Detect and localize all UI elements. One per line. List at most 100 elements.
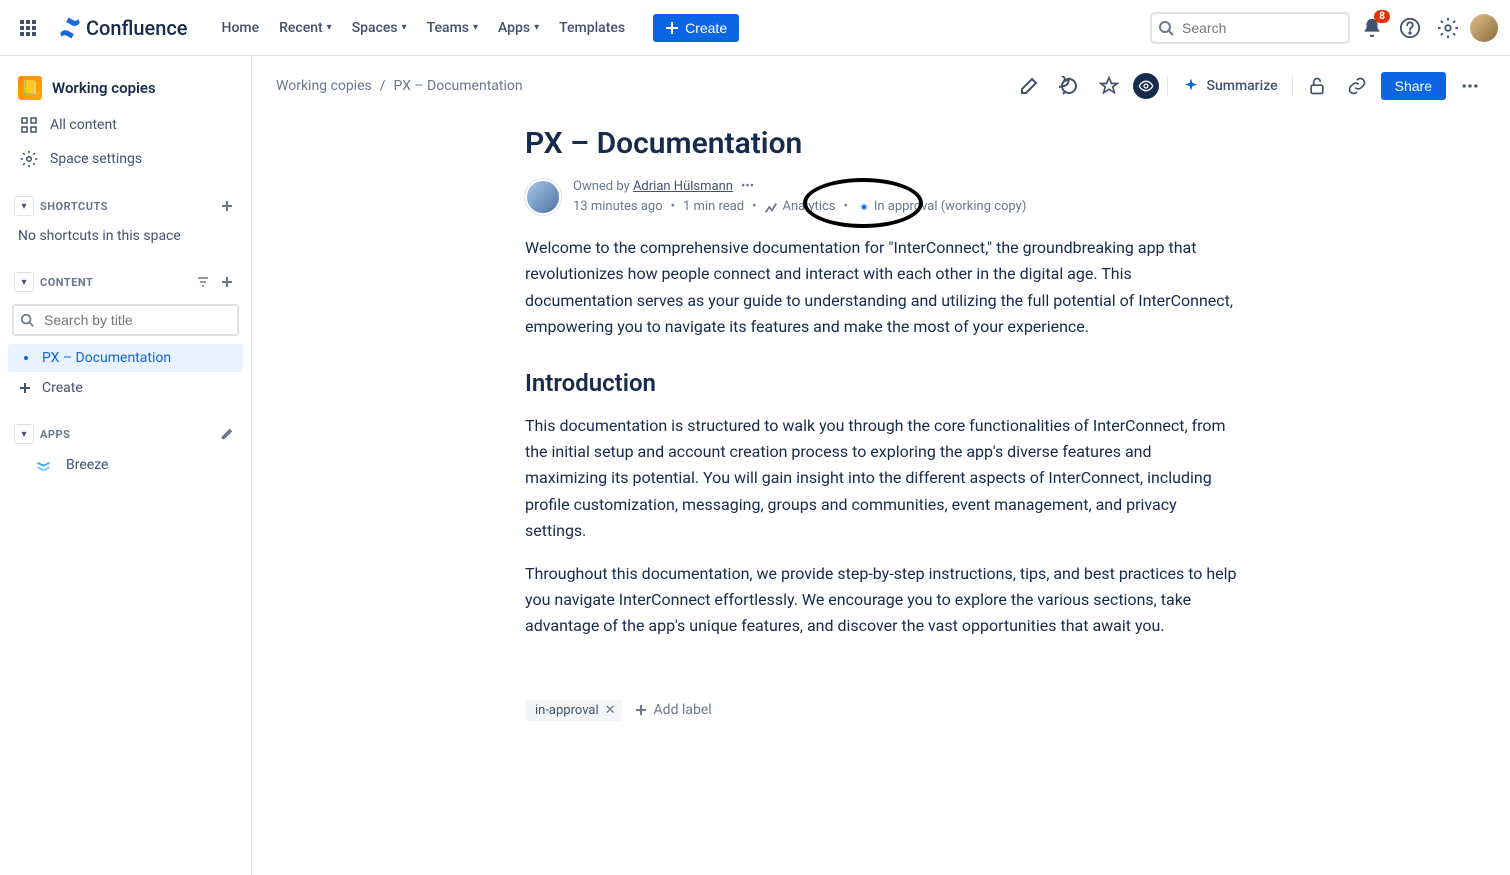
nav-templates[interactable]: Templates: [551, 14, 633, 42]
profile-avatar[interactable]: [1470, 14, 1498, 42]
gear-icon: [1437, 17, 1459, 39]
plus-icon: [18, 381, 32, 395]
page-toolbar: Working copies / PX – Documentation Summ…: [252, 56, 1510, 116]
share-button[interactable]: Share: [1381, 72, 1446, 100]
analytics-link[interactable]: Analytics: [764, 199, 835, 214]
plus-icon: [634, 703, 648, 717]
nav-home[interactable]: Home: [214, 14, 268, 42]
apps-section: ▾ APPS Breeze: [8, 420, 243, 482]
sidebar: 📒 Working copies All content Space setti…: [0, 56, 252, 875]
shortcuts-section: ▾ SHORTCUTS No shortcuts in this space: [8, 192, 243, 252]
time-ago: 13 minutes ago: [573, 199, 663, 214]
chevron-down-icon: ▾: [402, 22, 407, 33]
eye-icon: [1138, 78, 1154, 94]
watch-button[interactable]: [1133, 73, 1159, 99]
sidebar-all-content[interactable]: All content: [8, 108, 243, 142]
shortcuts-title: SHORTCUTS: [40, 200, 108, 213]
star-button[interactable]: [1093, 70, 1125, 102]
separator: [1292, 76, 1293, 96]
confluence-icon: [58, 16, 82, 40]
create-button[interactable]: Create: [653, 14, 739, 42]
confluence-logo[interactable]: Confluence: [52, 16, 194, 40]
app-breeze[interactable]: Breeze: [8, 448, 243, 482]
remove-label-icon[interactable]: ✕: [605, 703, 616, 718]
label-in-approval[interactable]: in-approval ✕: [525, 700, 622, 721]
breadcrumb-space[interactable]: Working copies: [276, 78, 372, 94]
labels-row: in-approval ✕ Add label: [525, 700, 1237, 721]
edit-button[interactable]: [1013, 70, 1045, 102]
chevron-down-icon: ▾: [534, 22, 539, 33]
analytics-icon: [764, 200, 778, 214]
meta-row: 13 minutes ago • 1 min read • Analytics …: [573, 198, 1030, 215]
star-icon: [1099, 76, 1119, 96]
sidebar-space-settings[interactable]: Space settings: [8, 142, 243, 176]
product-name: Confluence: [86, 16, 188, 40]
edit-apps-button[interactable]: [217, 424, 237, 444]
more-actions-button[interactable]: [1454, 70, 1486, 102]
title-filter-input[interactable]: [12, 304, 239, 336]
summarize-button[interactable]: Summarize: [1176, 73, 1283, 99]
collapse-apps[interactable]: ▾: [14, 424, 34, 444]
search-icon: [1158, 20, 1174, 36]
collapse-content[interactable]: ▾: [14, 272, 34, 292]
restrictions-button[interactable]: [1301, 70, 1333, 102]
global-search[interactable]: [1150, 12, 1350, 44]
comment-icon: [1059, 76, 1079, 96]
add-content-button[interactable]: [217, 272, 237, 292]
breeze-icon: [36, 456, 54, 474]
filter-content-button[interactable]: [193, 272, 213, 292]
nav-teams[interactable]: Teams▾: [419, 14, 486, 42]
byline-more-icon[interactable]: •••: [741, 179, 754, 194]
main-layout: 📒 Working copies All content Space setti…: [0, 56, 1510, 875]
add-shortcut-button[interactable]: [217, 196, 237, 216]
help-icon: [1399, 17, 1421, 39]
separator: [1167, 76, 1168, 96]
page-actions: Summarize Share: [1013, 70, 1486, 102]
collapse-shortcuts[interactable]: ▾: [14, 196, 34, 216]
nav-apps[interactable]: Apps▾: [490, 14, 547, 42]
sparkle-icon: [1182, 77, 1200, 95]
comment-button[interactable]: [1053, 70, 1085, 102]
heading-introduction: Introduction: [525, 369, 1237, 397]
page-content: Welcome to the comprehensive documentati…: [525, 235, 1237, 640]
author-avatar[interactable]: [525, 179, 561, 215]
add-label-button[interactable]: Add label: [634, 702, 712, 718]
grid-icon: [20, 116, 38, 134]
breadcrumb-separator: /: [380, 78, 386, 94]
apps-title: APPS: [40, 428, 70, 441]
space-header[interactable]: 📒 Working copies: [8, 68, 243, 108]
nav-spaces[interactable]: Spaces▾: [344, 14, 415, 42]
author-link[interactable]: Adrian Hülsmann: [633, 179, 733, 194]
plus-icon: [665, 21, 679, 35]
top-nav-right: 8: [1150, 12, 1498, 44]
lock-open-icon: [1307, 76, 1327, 96]
content-section: ▾ CONTENT PX – Docume: [8, 268, 243, 404]
search-input[interactable]: [1150, 12, 1350, 44]
top-nav: Confluence Home Recent▾ Spaces▾ Teams▾ A…: [0, 0, 1510, 56]
paragraph: Welcome to the comprehensive documentati…: [525, 235, 1237, 341]
chevron-down-icon: ▾: [473, 22, 478, 33]
nav-items: Home Recent▾ Spaces▾ Teams▾ Apps▾ Templa…: [214, 14, 634, 42]
title-filter[interactable]: [12, 304, 239, 336]
settings-button[interactable]: [1432, 12, 1464, 44]
breadcrumb-page[interactable]: PX – Documentation: [394, 78, 523, 94]
page-body: PX – Documentation Owned by Adrian Hülsm…: [501, 116, 1261, 761]
content-area: Working copies / PX – Documentation Summ…: [252, 56, 1510, 875]
more-icon: [1460, 76, 1480, 96]
owned-by-row: Owned by Adrian Hülsmann •••: [573, 179, 1030, 194]
app-switcher-icon[interactable]: [12, 12, 44, 44]
create-page-row[interactable]: Create: [8, 372, 243, 404]
page-tree-item[interactable]: PX – Documentation: [8, 344, 243, 372]
approval-status[interactable]: In approval (working copy): [856, 198, 1030, 215]
copy-link-button[interactable]: [1341, 70, 1373, 102]
nav-recent[interactable]: Recent▾: [271, 14, 340, 42]
paragraph: Throughout this documentation, we provid…: [525, 561, 1237, 640]
gear-icon: [20, 150, 38, 168]
top-nav-left: Confluence Home Recent▾ Spaces▾ Teams▾ A…: [12, 12, 739, 44]
help-button[interactable]: [1394, 12, 1426, 44]
status-dot-icon: [860, 203, 868, 211]
no-shortcuts-text: No shortcuts in this space: [8, 220, 243, 252]
link-icon: [1347, 76, 1367, 96]
pencil-icon: [1019, 76, 1039, 96]
notifications-button[interactable]: 8: [1356, 12, 1388, 44]
